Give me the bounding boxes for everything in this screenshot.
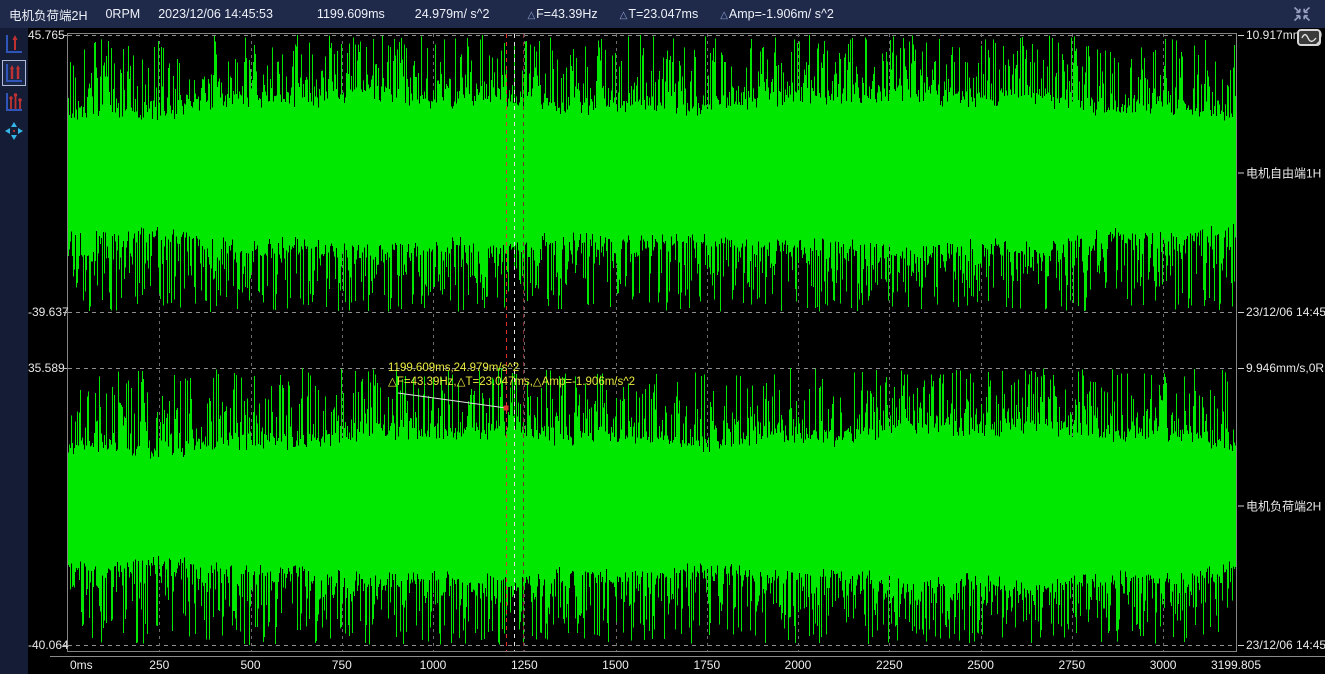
right-tick [1238,645,1244,646]
cursor-annotation: 1199.609ms,24.979m/s^2 △F=43.39Hz,△T=23.… [388,361,635,389]
right-tick [1238,312,1244,313]
delta-cursor-line[interactable] [514,34,515,651]
delta-time-label: △T=23.047ms [620,7,699,21]
annotation-line2: △F=43.39Hz,△T=23.047ms,△Amp=-1.906m/s^2 [388,375,635,389]
collapse-to-center-icon[interactable] [1291,3,1313,25]
horizontal-gridline [68,645,1236,646]
delta-amplitude-label: △Amp=-1.906m/ s^2 [720,7,834,21]
right-tick [1238,368,1244,369]
waveform-trace-pane2 [68,368,1236,645]
y-axis-tick [63,645,67,646]
single-cursor-chart-icon [4,33,24,55]
rpm-label: 0RPM [105,7,140,21]
datetime-label: 2023/12/06 14:45:53 [158,7,273,21]
x-tick-label: 500 [240,658,260,672]
sidebar-toolbox [0,28,28,674]
waveform-display-toggle-button[interactable] [1297,29,1321,46]
x-tick-label: 2500 [967,658,994,672]
cursor-amplitude-label: 24.979m/ s^2 [415,7,490,21]
x-tick-label: 1000 [420,658,447,672]
right-tick [1238,506,1244,507]
pane1-ymax-label: 45.765 [28,28,62,42]
delta-icon: △ [620,10,628,21]
harmonic-cursor-line[interactable] [523,34,524,651]
axis-underline [50,656,1325,657]
delta-icon: △ [527,10,535,21]
x-tick-label: 1500 [602,658,629,672]
pane1-ymin-label: -39.637 [28,305,62,319]
x-tick-label: 2250 [876,658,903,672]
pane1-channel-label: 电机自由端1H [1238,165,1321,182]
dropdown-corner-icon [1315,41,1319,45]
x-tick-label: 2750 [1058,658,1085,672]
x-tick-label: 3199.805 [1211,658,1261,672]
channel-label: 电机负荷端2H [9,5,87,24]
plot-frame[interactable]: 1199.609ms,24.979m/s^2 △F=43.39Hz,△T=23.… [67,33,1237,652]
pane2-channel-label: 电机负荷端2H [1238,498,1321,515]
harmonic-cursor-chart-tool[interactable] [2,60,26,86]
x-tick-label: 2000 [785,658,812,672]
pan-move-tool[interactable] [2,118,26,144]
pan-move-icon [4,121,24,141]
x-axis-labels: 0ms 250 500 750 1000 1250 1500 1750 2000 2250 2500… [28,658,1325,674]
pane2-ymax-label: 35.589 [28,361,62,375]
stem-plot-tool[interactable] [2,89,26,115]
y-axis-tick [63,368,67,369]
cursor-time-label: 1199.609ms [317,7,385,21]
x-tick-label: 750 [332,658,352,672]
waveform-trace-pane1 [68,35,1236,312]
stem-plot-icon [4,91,24,113]
x-tick-label: 1250 [511,658,538,672]
waveform-plot-area: 1199.609ms,24.979m/s^2 △F=43.39Hz,△T=23.… [28,28,1325,674]
annotation-line1: 1199.609ms,24.979m/s^2 [388,361,635,375]
harmonic-cursor-chart-icon [4,62,24,84]
toolbar: 电机负荷端2H 0RPM 2023/12/06 14:45:53 1199.60… [0,0,1325,28]
right-tick [1238,173,1244,174]
main-cursor-line[interactable] [506,34,507,651]
single-cursor-chart-tool[interactable] [2,31,26,57]
delta-icon: △ [720,10,728,21]
x-tick-label: 3000 [1150,658,1177,672]
pane1-timestamp-label: 23/12/06 14:45:4 [1238,305,1325,319]
pane2-timestamp-label: 23/12/06 14:45:5 [1238,638,1325,652]
x-tick-label: 250 [149,658,169,672]
collapse-arrows-glyph [1293,6,1311,22]
right-tick [1238,35,1244,36]
x-tick-label: 0ms [70,658,93,672]
pane2-ymin-label: -40.064 [28,638,62,652]
pane2-right-scale-label: 9.946mm/s,0RPM [1238,361,1325,375]
x-tick-label: 1750 [693,658,720,672]
horizontal-gridline [68,312,1236,313]
y-axis-tick [63,35,67,36]
y-axis-tick [63,312,67,313]
delta-frequency-label: △F=43.39Hz [527,7,597,21]
